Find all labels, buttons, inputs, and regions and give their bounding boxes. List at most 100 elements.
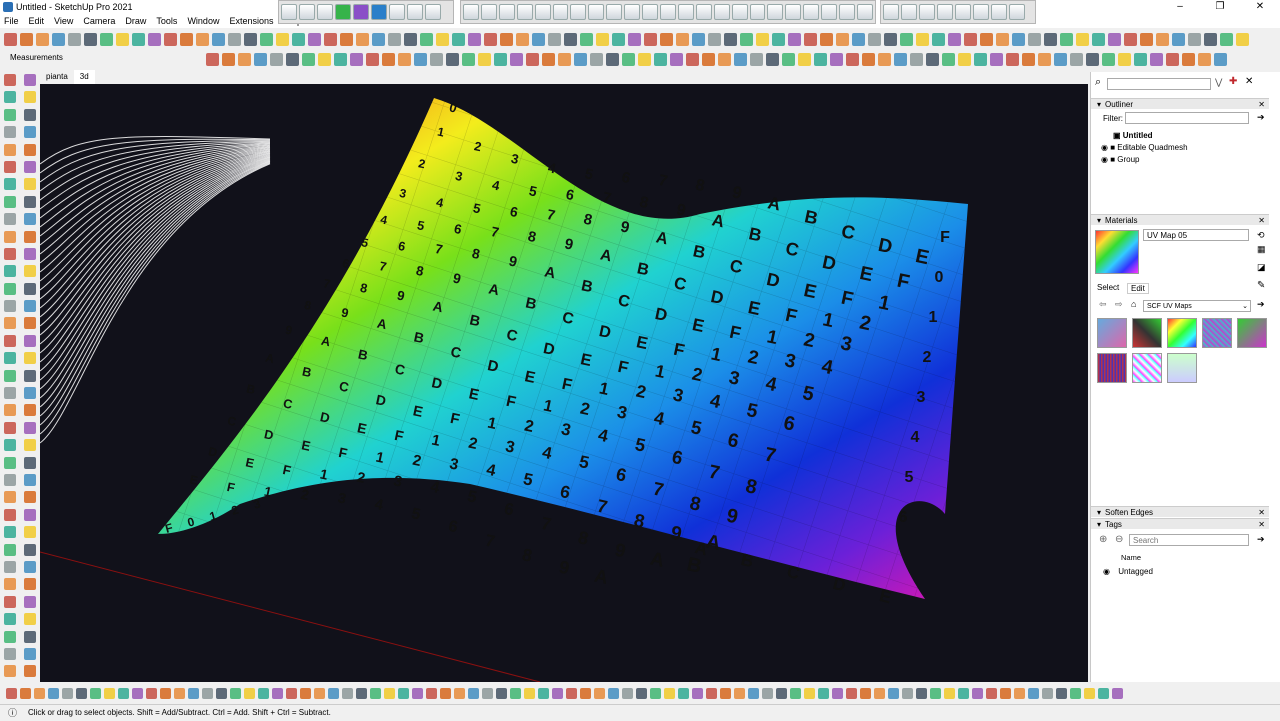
tool-icon[interactable] (1028, 33, 1041, 46)
tool-icon[interactable] (24, 421, 36, 434)
material-swatch[interactable] (1167, 318, 1197, 348)
tool-icon[interactable] (230, 687, 241, 699)
tool-icon[interactable] (750, 53, 763, 66)
delete-tag-icon[interactable]: ⊖ (1115, 534, 1123, 545)
tool-icon[interactable] (526, 53, 539, 66)
tool-icon[interactable] (4, 439, 16, 452)
tool-icon[interactable] (328, 687, 339, 699)
tool-icon[interactable] (1038, 53, 1051, 66)
tool-icon[interactable] (1042, 687, 1053, 699)
tool-icon[interactable] (366, 53, 379, 66)
tool-icon[interactable] (340, 33, 353, 46)
toolbar-icon[interactable] (901, 4, 917, 20)
tool-icon[interactable] (272, 687, 283, 699)
tool-icon[interactable] (944, 687, 955, 699)
sample-paint-icon[interactable]: ◪ (1257, 262, 1266, 273)
toolbar-icon[interactable] (677, 4, 694, 20)
toolbar-icon[interactable] (588, 4, 605, 20)
tool-icon[interactable] (4, 334, 16, 347)
tool-icon[interactable] (84, 33, 97, 46)
tool-icon[interactable] (382, 53, 395, 66)
tool-icon[interactable] (436, 33, 449, 46)
tool-icon[interactable] (776, 687, 787, 699)
tool-icon[interactable] (990, 53, 1003, 66)
tool-icon[interactable] (398, 53, 411, 66)
tool-icon[interactable] (414, 53, 427, 66)
tool-icon[interactable] (734, 687, 745, 699)
tool-icon[interactable] (964, 33, 977, 46)
tool-icon[interactable] (1028, 687, 1039, 699)
tool-icon[interactable] (132, 687, 143, 699)
tool-icon[interactable] (24, 613, 36, 626)
material-swatch[interactable] (1097, 353, 1127, 383)
toolbar-icon[interactable] (659, 4, 676, 20)
close-icon[interactable]: ✕ (1258, 99, 1265, 110)
tool-icon[interactable] (24, 143, 36, 156)
tool-icon[interactable] (1112, 687, 1123, 699)
tool-icon[interactable] (832, 687, 843, 699)
tool-icon[interactable] (24, 456, 36, 469)
tool-icon[interactable] (606, 53, 619, 66)
tool-icon[interactable] (90, 687, 101, 699)
tool-icon[interactable] (852, 33, 865, 46)
tool-icon[interactable] (638, 53, 651, 66)
tool-icon[interactable] (286, 53, 299, 66)
uv-mapped-surface[interactable]: 01234 5 6 7 8 9 ABCD E234 5 6 7 8 9ABCDE F34 5 6 7 8 9ABCD… (158, 98, 968, 607)
tool-icon[interactable] (24, 195, 36, 208)
tool-icon[interactable] (164, 33, 177, 46)
tool-icon[interactable] (670, 53, 683, 66)
details-arrow-icon[interactable]: ➔ (1257, 112, 1265, 123)
toolbar-icon[interactable] (570, 4, 587, 20)
tool-icon[interactable] (356, 687, 367, 699)
tool-icon[interactable] (1108, 33, 1121, 46)
tool-icon[interactable] (350, 53, 363, 66)
tool-icon[interactable] (594, 687, 605, 699)
tool-icon[interactable] (24, 665, 36, 678)
tool-icon[interactable] (222, 53, 235, 66)
tool-icon[interactable] (4, 91, 16, 104)
tool-icon[interactable] (846, 53, 859, 66)
tool-icon[interactable] (216, 687, 227, 699)
tool-icon[interactable] (724, 33, 737, 46)
menu-extensions[interactable]: Extensions (229, 16, 273, 26)
tool-icon[interactable] (692, 687, 703, 699)
back-arrow-icon[interactable]: ⇦ (1099, 299, 1107, 310)
material-name-input[interactable] (1143, 229, 1249, 241)
close-icon[interactable]: ✕ (1258, 215, 1265, 226)
toolbar-icon[interactable] (1009, 4, 1025, 20)
tool-icon[interactable] (24, 91, 36, 104)
tool-icon[interactable] (862, 53, 875, 66)
tool-icon[interactable] (4, 578, 16, 591)
tool-icon[interactable] (958, 53, 971, 66)
tool-icon[interactable] (612, 33, 625, 46)
tool-icon[interactable] (1220, 33, 1233, 46)
tool-icon[interactable] (24, 439, 36, 452)
menu-file[interactable]: File (4, 16, 19, 26)
paint-bucket-icon[interactable]: ▦ (1257, 244, 1266, 255)
tool-icon[interactable] (24, 473, 36, 486)
outliner-item[interactable]: ◉ ■ Editable Quadmesh (1101, 143, 1188, 152)
tool-icon[interactable] (740, 33, 753, 46)
tool-icon[interactable] (4, 665, 16, 678)
tool-icon[interactable] (628, 33, 641, 46)
tool-icon[interactable] (24, 647, 36, 660)
tool-icon[interactable] (412, 687, 423, 699)
tool-icon[interactable] (334, 53, 347, 66)
zoom-icon[interactable] (299, 4, 315, 20)
forward-arrow-icon[interactable]: ⇨ (1115, 299, 1123, 310)
tool-icon[interactable] (1172, 33, 1185, 46)
outliner-filter-input[interactable] (1125, 112, 1249, 124)
tab-select[interactable]: Select (1097, 283, 1119, 292)
tool-icon[interactable] (4, 230, 16, 243)
tool-icon[interactable] (258, 687, 269, 699)
tool-icon[interactable] (1086, 53, 1099, 66)
tool-icon[interactable] (404, 33, 417, 46)
material-swatch[interactable] (1167, 353, 1197, 383)
tool-icon[interactable] (900, 33, 913, 46)
toolbar-icon[interactable] (463, 4, 479, 20)
tool-icon[interactable] (622, 687, 633, 699)
tool-icon[interactable] (1166, 53, 1179, 66)
tool-icon[interactable] (4, 595, 16, 608)
minimize-button[interactable]: – (1160, 0, 1200, 14)
tool-icon[interactable] (24, 230, 36, 243)
